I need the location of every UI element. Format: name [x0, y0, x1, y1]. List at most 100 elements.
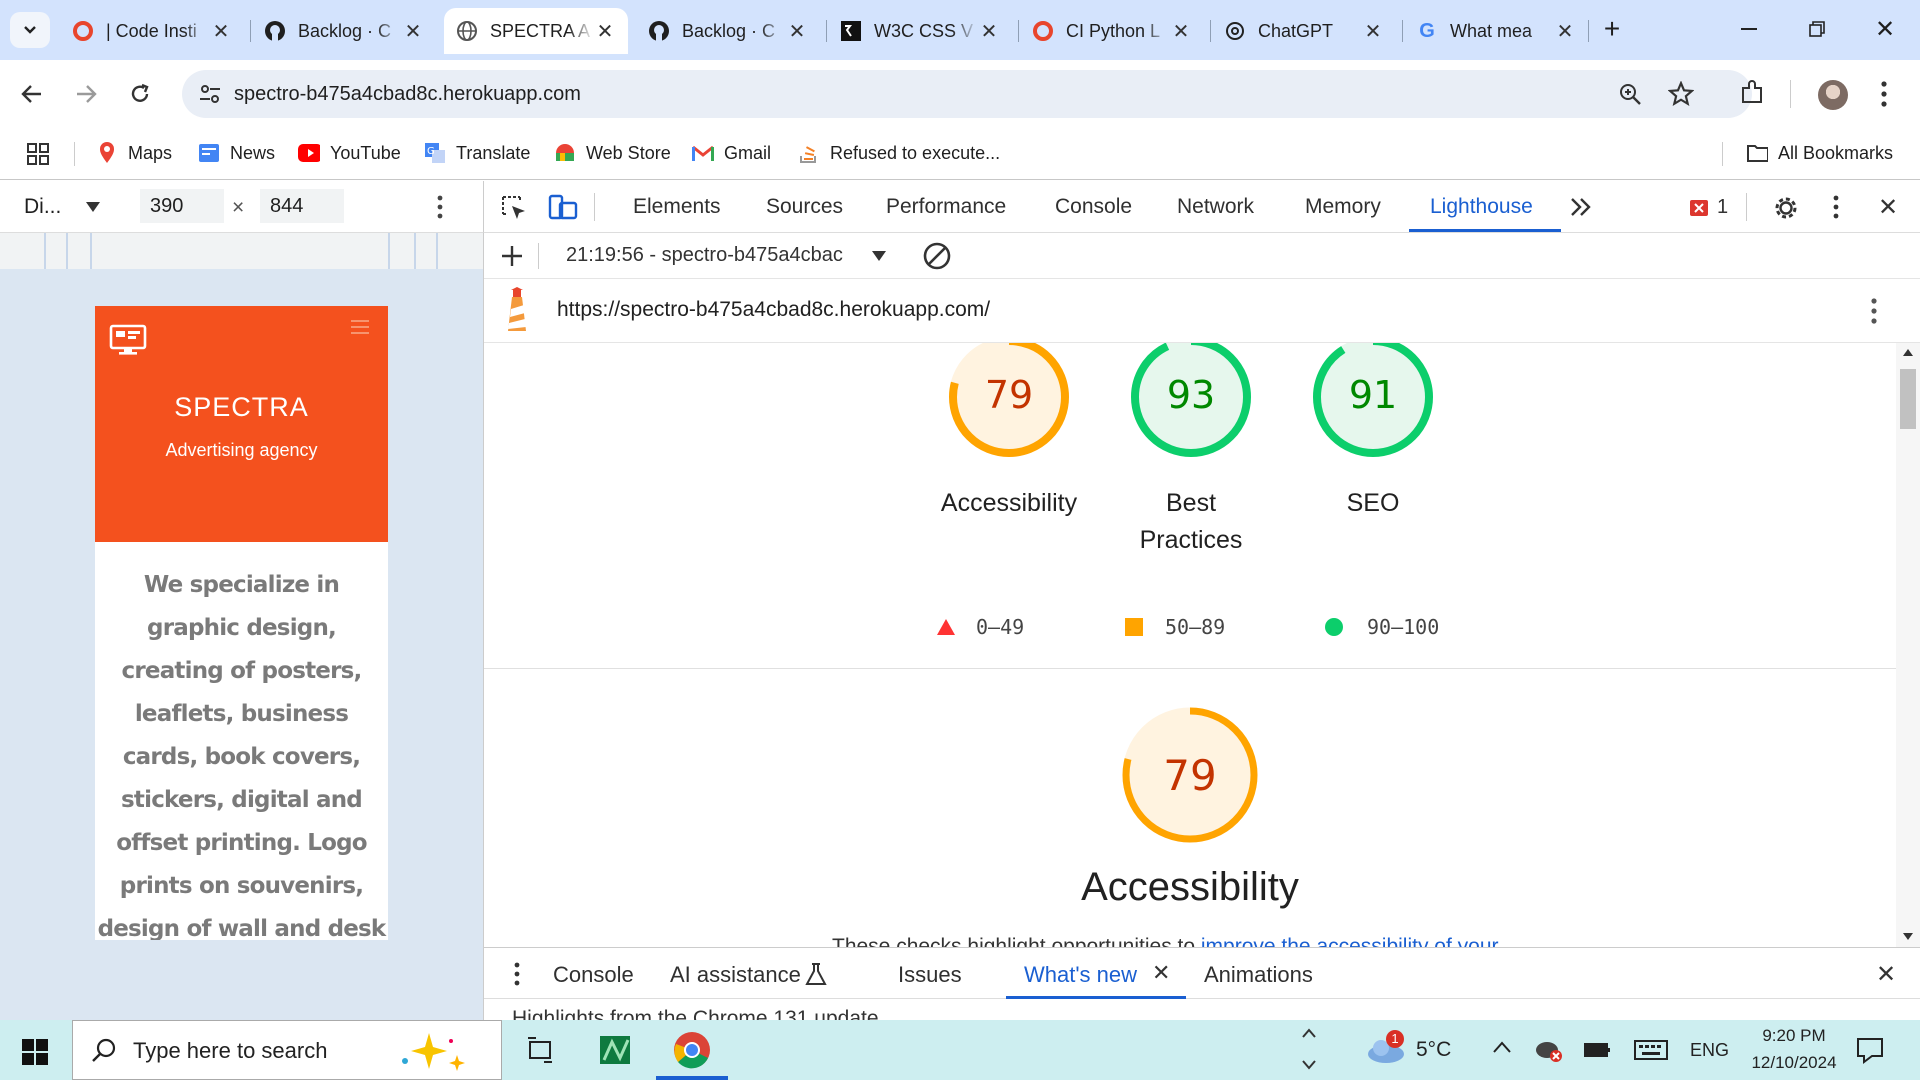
avatar[interactable] — [1818, 80, 1848, 110]
drawer-tab-animations[interactable]: Animations — [1204, 962, 1313, 988]
bookmark-youtube[interactable]: YouTube — [298, 138, 401, 168]
report-select[interactable]: 21:19:56 - spectro-b475a4cbac — [566, 244, 866, 267]
network-status-icon[interactable] — [1534, 1036, 1562, 1064]
drawer-menu-icon[interactable] — [513, 961, 521, 987]
new-tab-button[interactable]: + — [1597, 13, 1627, 44]
extensions-icon[interactable] — [1740, 80, 1766, 106]
zoom-icon[interactable] — [1618, 82, 1642, 106]
device-toggle-icon[interactable] — [548, 194, 578, 222]
app-icon-green[interactable] — [598, 1032, 634, 1068]
dropdown-arrow-icon[interactable] — [86, 202, 100, 212]
bookmark-star-icon[interactable] — [1668, 81, 1694, 107]
bookmark-news[interactable]: News — [198, 138, 275, 168]
close-icon[interactable]: ✕ — [402, 20, 424, 43]
clear-report-icon[interactable] — [922, 241, 952, 271]
tab-lighthouse[interactable]: Lighthouse — [1430, 195, 1533, 219]
emulated-page[interactable]: SPECTRA Advertising agency We specialize… — [95, 306, 388, 940]
inspect-element-icon[interactable] — [500, 194, 528, 222]
device-width-input[interactable]: 390 — [140, 189, 224, 223]
drawer-tab-whats-new[interactable]: What's new — [1024, 962, 1137, 988]
apps-grid-icon[interactable] — [26, 142, 50, 166]
more-menu-icon[interactable] — [1880, 80, 1888, 108]
bookmark-gmail[interactable]: Gmail — [692, 138, 771, 168]
bookmark-refused[interactable]: Refused to execute... — [798, 138, 1000, 168]
scroll-down-icon[interactable] — [1903, 933, 1913, 940]
close-icon[interactable]: ✕ — [1152, 960, 1170, 986]
tab-memory[interactable]: Memory — [1305, 195, 1381, 219]
close-icon[interactable]: ✕ — [1362, 20, 1384, 43]
scroll-tray-down-icon[interactable] — [1302, 1060, 1316, 1070]
settings-gear-icon[interactable] — [1772, 194, 1800, 222]
tab-elements[interactable]: Elements — [633, 195, 721, 219]
windows-start-icon[interactable] — [22, 1039, 48, 1065]
device-height-input[interactable]: 844 — [260, 189, 344, 223]
close-icon[interactable]: ✕ — [1554, 20, 1576, 43]
close-icon[interactable]: ✕ — [786, 20, 808, 43]
error-badge-icon[interactable] — [1690, 200, 1708, 216]
drawer-close-icon[interactable]: ✕ — [1876, 960, 1896, 989]
hamburger-menu-icon[interactable] — [351, 320, 369, 334]
chrome-taskbar-icon[interactable] — [672, 1030, 712, 1070]
drawer-tab-ai-assistance[interactable]: AI assistance — [670, 962, 801, 988]
site-info-icon[interactable] — [198, 82, 222, 106]
tab-google[interactable]: G What mea ✕ — [1404, 8, 1588, 54]
clock-time[interactable]: 9:20 PM — [1752, 1026, 1836, 1046]
tab-code-institute[interactable]: | Code Insti ✕ — [60, 8, 244, 54]
gauge-seo[interactable]: 91 — [1309, 343, 1437, 461]
device-select[interactable]: Di... — [24, 195, 61, 219]
scrollbar-thumb[interactable] — [1900, 369, 1916, 429]
tab-spectra[interactable]: SPECTRA A ✕ — [444, 8, 628, 54]
scroll-tray-up-icon[interactable] — [1302, 1028, 1316, 1038]
bookmark-maps[interactable]: Maps — [96, 138, 172, 168]
notifications-icon[interactable] — [1856, 1036, 1884, 1064]
devtools-close-icon[interactable]: ✕ — [1878, 193, 1898, 222]
close-window-button[interactable]: ✕ — [1870, 14, 1900, 44]
tab-chatgpt[interactable]: ChatGPT ✕ — [1212, 8, 1396, 54]
taskbar-search[interactable]: Type here to search — [72, 1020, 502, 1080]
monitor-logo-icon[interactable] — [109, 324, 147, 356]
hidden-icons-chevron-icon[interactable] — [1492, 1040, 1512, 1054]
tab-ci-python[interactable]: CI Python L ✕ — [1020, 8, 1204, 54]
task-view-icon[interactable] — [526, 1036, 554, 1064]
all-bookmarks[interactable]: All Bookmarks — [1746, 138, 1893, 168]
close-icon[interactable]: ✕ — [1170, 20, 1192, 43]
battery-icon[interactable] — [1584, 1040, 1612, 1060]
minimize-button[interactable] — [1734, 14, 1764, 44]
gauge-best-practices[interactable]: 93 — [1127, 343, 1255, 461]
reload-button[interactable] — [124, 78, 156, 110]
bookmark-web-store[interactable]: Web Store — [554, 138, 671, 168]
dropdown-arrow-icon[interactable] — [872, 251, 886, 261]
close-icon[interactable]: ✕ — [594, 20, 616, 43]
tab-w3c[interactable]: W3C CSS V ✕ — [828, 8, 1012, 54]
restore-button[interactable] — [1802, 14, 1832, 44]
tab-backlog[interactable]: Backlog · C ✕ — [252, 8, 436, 54]
new-report-icon[interactable] — [500, 244, 524, 268]
back-button[interactable] — [16, 78, 48, 110]
device-more-icon[interactable] — [436, 194, 444, 220]
address-bar[interactable]: spectro-b475a4cbad8c.herokuapp.com — [182, 70, 1752, 118]
report-more-icon[interactable] — [1870, 297, 1878, 325]
keyboard-icon[interactable] — [1634, 1040, 1668, 1060]
tab-sources[interactable]: Sources — [766, 195, 843, 219]
drawer-tab-issues[interactable]: Issues — [898, 962, 962, 988]
accessibility-link[interactable]: improve the accessibility of your — [1201, 935, 1499, 947]
drawer-tab-console[interactable]: Console — [553, 962, 634, 988]
language-indicator[interactable]: ENG — [1690, 1040, 1729, 1061]
error-count[interactable]: 1 — [1717, 196, 1728, 219]
devtools-more-icon[interactable] — [1832, 194, 1840, 220]
report-scrollbar[interactable] — [1896, 343, 1920, 947]
bookmark-translate[interactable]: G Translate — [424, 138, 530, 168]
clock-date[interactable]: 12/10/2024 — [1740, 1053, 1848, 1073]
more-tabs-icon[interactable] — [1569, 197, 1593, 217]
scroll-up-icon[interactable] — [1903, 349, 1913, 356]
close-icon[interactable]: ✕ — [210, 20, 232, 43]
weather-temperature[interactable]: 5°C — [1416, 1038, 1451, 1062]
tab-performance[interactable]: Performance — [886, 195, 1006, 219]
tab-network[interactable]: Network — [1177, 195, 1254, 219]
report-url[interactable]: https://spectro-b475a4cbad8c.herokuapp.c… — [557, 298, 990, 322]
tab-console[interactable]: Console — [1055, 195, 1132, 219]
gauge-accessibility[interactable]: 79 — [945, 343, 1073, 461]
tab-backlog-2[interactable]: Backlog · C ✕ — [636, 8, 820, 54]
close-icon[interactable]: ✕ — [978, 20, 1000, 43]
forward-button[interactable] — [70, 78, 102, 110]
